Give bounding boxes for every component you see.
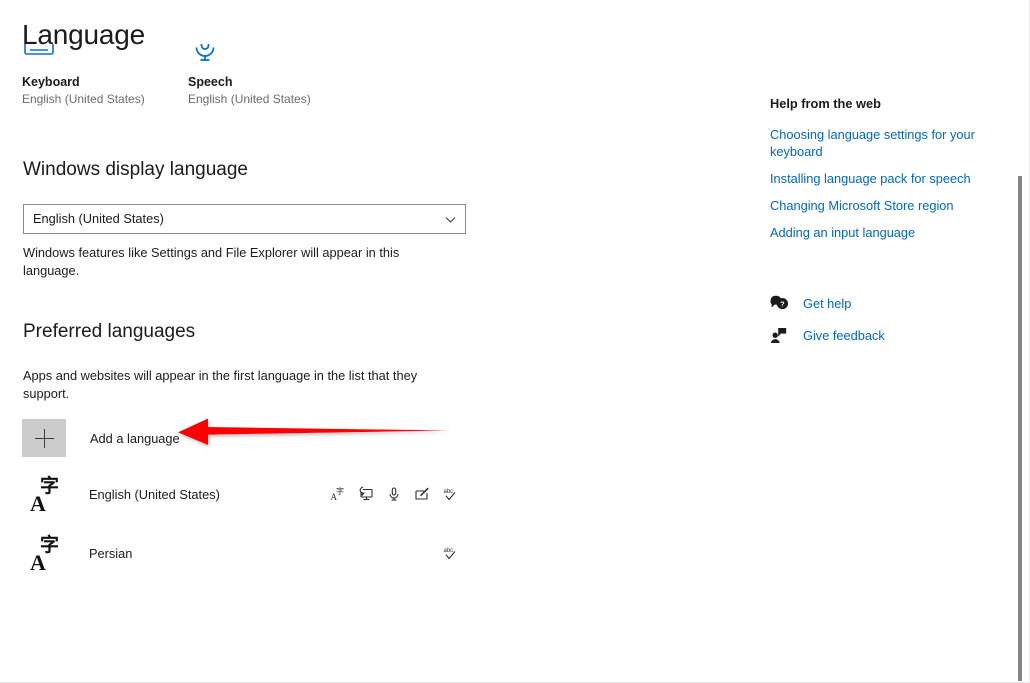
quick-tile-keyboard-value: English (United States) xyxy=(22,92,145,106)
preferred-languages-heading: Preferred languages xyxy=(23,321,196,342)
list-item[interactable]: A 字 English (United States) A 字 abc xyxy=(22,466,466,522)
display-language-description: Windows features like Settings and File … xyxy=(23,245,400,278)
add-a-language-button[interactable]: Add a language xyxy=(22,418,180,458)
svg-text:?: ? xyxy=(780,299,785,308)
help-rail: Help from the web Choosing language sett… xyxy=(770,95,1005,353)
give-feedback-icon xyxy=(770,325,792,345)
display-language-selected-value: English (United States) xyxy=(33,211,164,226)
handwriting-pen-icon xyxy=(413,486,430,503)
spellcheck-abc-icon: abc xyxy=(441,486,458,503)
language-name: English (United States) xyxy=(89,486,220,502)
annotation-arrow-icon xyxy=(178,418,450,445)
help-rail-heading: Help from the web xyxy=(770,96,881,111)
add-language-plus-square[interactable] xyxy=(22,419,66,457)
quick-tile-speech-name: Speech xyxy=(188,75,233,89)
quick-tile-keyboard[interactable]: Keyboard English (United States) xyxy=(22,44,192,107)
keyboard-icon xyxy=(22,44,62,70)
language-glyph-icon: A 字 xyxy=(30,475,60,516)
svg-text:字: 字 xyxy=(336,486,344,496)
help-link-installing-language-pack[interactable]: Installing language pack for speech xyxy=(770,170,998,187)
vertical-scrollbar-thumb[interactable] xyxy=(1018,176,1022,681)
settings-language-page: Language Keyboard English (United States… xyxy=(0,0,1030,683)
svg-text:abc: abc xyxy=(443,548,453,554)
get-help-icon: ? xyxy=(770,293,792,313)
rail-spacer xyxy=(770,251,1005,289)
list-item[interactable]: A 字 Persian abc xyxy=(22,525,466,581)
display-language-icon xyxy=(357,486,374,503)
help-link-changing-store-region[interactable]: Changing Microsoft Store region xyxy=(770,197,998,214)
svg-text:abc: abc xyxy=(443,489,453,495)
help-link-choosing-language-settings[interactable]: Choosing language settings for your keyb… xyxy=(770,126,998,160)
give-feedback-label: Give feedback xyxy=(803,327,885,343)
speech-microphone-icon xyxy=(188,44,228,70)
help-link-adding-input-language[interactable]: Adding an input language xyxy=(770,224,998,241)
display-language-dropdown[interactable]: English (United States) xyxy=(23,204,466,234)
spellcheck-abc-icon: abc xyxy=(441,545,458,562)
language-pack-icon: A 字 xyxy=(329,486,346,503)
quick-tile-keyboard-name: Keyboard xyxy=(22,75,80,89)
language-feature-icons: abc xyxy=(441,545,466,562)
windows-display-language-heading: Windows display language xyxy=(23,159,248,180)
quick-tile-speech-value: English (United States) xyxy=(188,92,311,106)
language-glyph-icon: A 字 xyxy=(30,534,60,575)
language-name: Persian xyxy=(89,545,133,561)
vertical-scrollbar-track[interactable] xyxy=(1018,0,1026,683)
chevron-down-icon xyxy=(443,212,457,226)
plus-icon xyxy=(34,428,54,448)
speech-microphone-icon xyxy=(385,486,402,503)
quick-tile-speech[interactable]: Speech English (United States) xyxy=(188,44,358,107)
add-a-language-label: Add a language xyxy=(90,430,180,446)
preferred-languages-description: Apps and websites will appear in the fir… xyxy=(23,368,418,401)
language-feature-icons: A 字 abc xyxy=(329,486,466,503)
give-feedback-item[interactable]: Give feedback xyxy=(770,321,1005,349)
get-help-item[interactable]: ? Get help xyxy=(770,289,1005,317)
quick-status-tiles: Keyboard English (United States) Speech … xyxy=(22,44,442,124)
get-help-label: Get help xyxy=(803,295,852,311)
